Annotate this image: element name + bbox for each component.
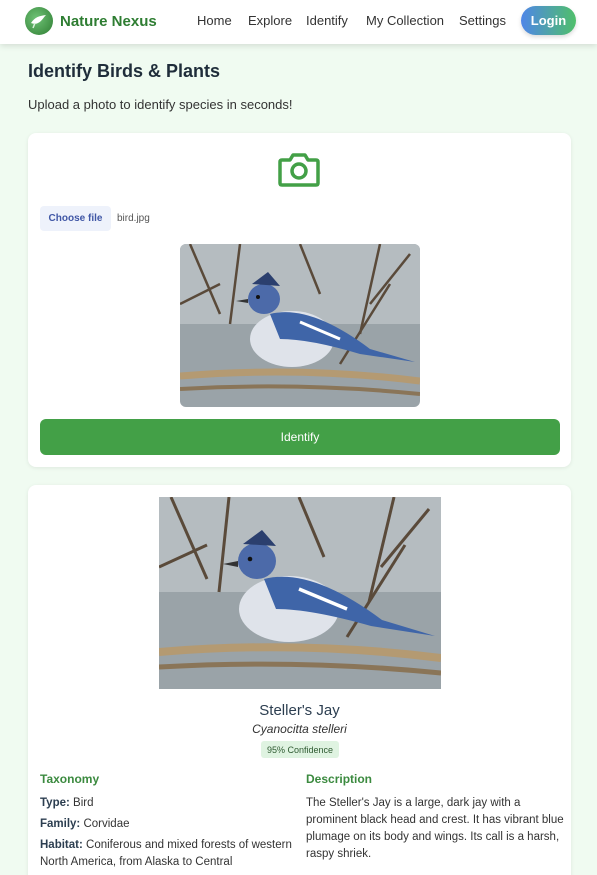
page-title: Identify Birds & Plants (28, 61, 221, 81)
nav-home-link[interactable]: Home (197, 13, 232, 28)
species-scientific-name: Cyanocitta stelleri (252, 722, 347, 736)
family-value: Corvidae (83, 818, 130, 830)
nav-collection-link[interactable]: My Collection (366, 13, 444, 28)
navbar: Nature Nexus Home Explore Identify My Co… (0, 0, 597, 44)
brand-name: Nature Nexus (60, 12, 157, 30)
page-subtitle: Upload a photo to identify species in se… (28, 97, 293, 112)
bird-logo-icon (25, 7, 53, 35)
nav-settings-link[interactable]: Settings (459, 13, 506, 28)
description-heading: Description (306, 772, 373, 786)
identify-button[interactable]: Identify (40, 419, 560, 455)
nav-explore-link[interactable]: Explore (248, 13, 292, 28)
choose-file-button[interactable]: Choose file (40, 206, 111, 231)
uploaded-photo-preview (180, 244, 420, 407)
result-card: Steller's Jay Cyanocitta stelleri 95% Co… (28, 485, 571, 875)
taxonomy-habitat: Habitat: Coniferous and mixed forests of… (40, 837, 295, 871)
taxonomy-heading: Taxonomy (40, 772, 100, 786)
brand[interactable]: Nature Nexus (25, 7, 157, 35)
upload-card: Choose file bird.jpg Identify (28, 133, 571, 467)
type-value: Bird (73, 797, 94, 809)
confidence-badge: 95% Confidence (261, 741, 339, 758)
nav-identify-link[interactable]: Identify (306, 13, 348, 28)
taxonomy-family: Family: Corvidae (40, 816, 130, 833)
selected-file-name: bird.jpg (117, 213, 150, 224)
family-label: Family: (40, 818, 81, 830)
type-label: Type: (40, 797, 70, 809)
taxonomy-type: Type: Bird (40, 795, 93, 812)
habitat-label: Habitat: (40, 839, 83, 851)
species-common-name: Steller's Jay (259, 702, 340, 719)
camera-icon[interactable] (278, 150, 320, 193)
login-button[interactable]: Login (521, 6, 576, 35)
species-description: The Steller's Jay is a large, dark jay w… (306, 797, 564, 860)
species-photo (159, 497, 441, 689)
